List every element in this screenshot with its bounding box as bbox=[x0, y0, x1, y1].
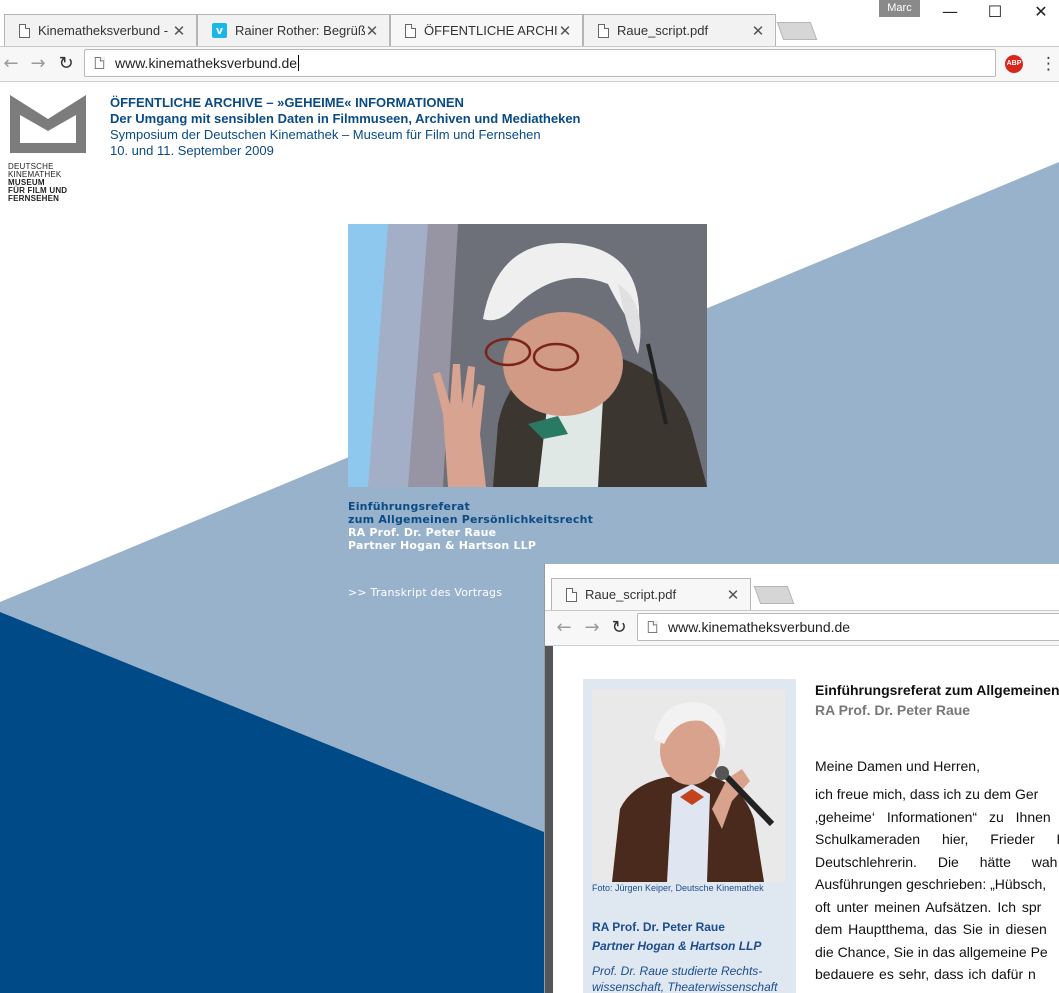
logo-line: FERNSEHEN bbox=[8, 194, 60, 203]
body-line: Deutschlehrerin. Die hätte wah bbox=[815, 853, 1058, 870]
back-button[interactable]: ← bbox=[553, 617, 575, 639]
page-header: ÖFFENTLICHE ARCHIVE – »GEHEIME« INFORMAT… bbox=[110, 95, 581, 159]
close-window-button[interactable]: ✕ bbox=[1026, 2, 1056, 22]
back-button[interactable]: ← bbox=[0, 53, 22, 75]
close-icon[interactable]: ✕ bbox=[172, 22, 186, 40]
minimize-button[interactable]: — bbox=[935, 2, 965, 22]
tab-title: Kinematheksverbund - S bbox=[38, 23, 172, 38]
forward-button[interactable]: → bbox=[581, 617, 603, 639]
new-tab-button[interactable] bbox=[776, 22, 818, 40]
sidebar-speaker-firm: Partner Hogan & Hartson LLP bbox=[592, 939, 762, 953]
page-icon bbox=[566, 587, 577, 602]
body-line: ‚geheime‘ Informationen“ zu Ihnen bbox=[815, 808, 1051, 825]
new-tab-button[interactable] bbox=[753, 586, 795, 604]
page-subtitle: Der Umgang mit sensiblen Daten in Filmmu… bbox=[110, 111, 581, 126]
pdf-window-tabstrip: Raue_script.pdf ✕ bbox=[545, 564, 1059, 610]
vimeo-icon: v bbox=[212, 23, 227, 38]
tab-rainer-rother[interactable]: v Rainer Rother: Begrüßung ✕ bbox=[197, 14, 390, 46]
bio-line: wissenschaft, Theaterwissenschaft bbox=[592, 980, 778, 993]
pdf-greeting: Meine Damen und Herren, bbox=[815, 758, 980, 774]
pdf-window-toolbar: ← → ↻ www.kinematheksverbund.de bbox=[545, 610, 1059, 646]
sidebar-speaker-name: RA Prof. Dr. Peter Raue bbox=[592, 920, 725, 934]
address-bar[interactable]: www.kinematheksverbund.de bbox=[637, 613, 1059, 641]
reload-button[interactable]: ↻ bbox=[608, 617, 630, 639]
photo-credit: Foto: Jürgen Keiper, Deutsche Kinemathek bbox=[592, 883, 764, 893]
page-icon bbox=[94, 57, 105, 69]
bio-line: Prof. Dr. Raue studierte Rechts- bbox=[592, 964, 763, 978]
symposium-line: Symposium der Deutschen Kinemathek – Mus… bbox=[110, 127, 541, 142]
page-icon bbox=[647, 621, 658, 633]
sidebar-bio: Prof. Dr. Raue studierte Rechts- wissens… bbox=[592, 963, 786, 993]
close-icon[interactable]: ✕ bbox=[365, 22, 379, 40]
address-text: www.kinematheksverbund.de bbox=[668, 619, 851, 635]
body-line: oft unter meinen Aufsätzen. Ich spr bbox=[815, 898, 1042, 915]
caption-title: Einführungsreferat bbox=[348, 500, 470, 513]
browser-toolbar: ← → ↻ www.kinematheksverbund.de ABP ⋮ bbox=[0, 46, 1059, 82]
tab-kinematheksverbund[interactable]: Kinematheksverbund - S ✕ bbox=[4, 14, 197, 46]
speaker-video-image bbox=[348, 224, 707, 487]
reload-button[interactable]: ↻ bbox=[55, 53, 77, 75]
caption-firm: Partner Hogan & Hartson LLP bbox=[348, 539, 537, 552]
address-bar[interactable]: www.kinematheksverbund.de bbox=[84, 49, 996, 77]
tab-title: Raue_script.pdf bbox=[617, 23, 709, 38]
text-caret bbox=[298, 55, 300, 71]
pdf-sidebar: Foto: Jürgen Keiper, Deutsche Kinemathek… bbox=[583, 679, 796, 993]
tab-title: ÖFFENTLICHE ARCHIVE – bbox=[424, 23, 558, 38]
logo-text: DEUTSCHE KINEMATHEK MUSEUM FÜR FILM UND … bbox=[8, 163, 88, 203]
pdf-page: Foto: Jürgen Keiper, Deutsche Kinemathek… bbox=[553, 646, 1059, 993]
logo[interactable]: DEUTSCHE KINEMATHEK MUSEUM FÜR FILM UND … bbox=[8, 95, 88, 203]
maximize-button[interactable]: ☐ bbox=[980, 2, 1010, 22]
transcript-link[interactable]: >> Transkript des Vortrags bbox=[348, 586, 502, 599]
body-line: dem Hauptthema, das Sie in diesen bbox=[815, 921, 1047, 937]
body-line: ich freue mich, dass ich zu dem Ger bbox=[815, 786, 1039, 802]
page-icon bbox=[19, 23, 30, 38]
close-icon[interactable]: ✕ bbox=[726, 586, 740, 604]
tab-oeffentliche-archive[interactable]: ÖFFENTLICHE ARCHIVE – ✕ bbox=[390, 14, 583, 46]
speaker-photo-image bbox=[592, 689, 785, 882]
page-title: ÖFFENTLICHE ARCHIVE – »GEHEIME« INFORMAT… bbox=[110, 95, 464, 110]
date-line: 10. und 11. September 2009 bbox=[110, 143, 274, 158]
page-icon bbox=[598, 23, 609, 38]
browser-tabstrip: Kinematheksverbund - S ✕ v Rainer Rother… bbox=[0, 0, 1059, 46]
tab-title: Raue_script.pdf bbox=[585, 587, 677, 602]
body-line: die Chance, Sie in das allgemeine Pe bbox=[815, 943, 1048, 960]
talk-caption: Einführungsreferat zum Allgemeinen Persö… bbox=[348, 500, 593, 552]
adblock-icon[interactable]: ABP bbox=[1005, 55, 1023, 73]
pdf-subtitle: RA Prof. Dr. Peter Raue bbox=[815, 702, 971, 718]
caption-topic: zum Allgemeinen Persönlichkeitsrecht bbox=[348, 513, 594, 526]
video-still[interactable] bbox=[348, 224, 707, 487]
forward-button[interactable]: → bbox=[27, 53, 49, 75]
pdf-browser-window: Raue_script.pdf ✕ ← → ↻ www.kinematheksv… bbox=[544, 564, 1059, 993]
pdf-viewer[interactable]: Foto: Jürgen Keiper, Deutsche Kinemathek… bbox=[545, 646, 1059, 993]
close-icon[interactable]: ✕ bbox=[751, 22, 765, 40]
body-line: bedauere es sehr, dass ich dafür n bbox=[815, 966, 1036, 982]
tab-raue-script-pdf[interactable]: Raue_script.pdf ✕ bbox=[551, 578, 751, 610]
tab-raue-script-pdf[interactable]: Raue_script.pdf ✕ bbox=[583, 14, 776, 46]
caption-speaker: RA Prof. Dr. Peter Raue bbox=[348, 526, 497, 539]
pdf-body: ich freue mich, dass ich zu dem Ger ‚geh… bbox=[815, 783, 1059, 986]
kinemathek-logo-icon bbox=[10, 95, 86, 153]
pdf-main-text: Einführungsreferat zum Allgemeinen RA Pr… bbox=[815, 682, 1059, 986]
body-line: Schulkameraden hier, Frieder R bbox=[815, 831, 1059, 847]
body-line: Ausführungen geschrieben: „Hübsch, bbox=[815, 876, 1047, 892]
profile-button[interactable]: Marc bbox=[879, 0, 920, 17]
speaker-photo bbox=[592, 689, 785, 882]
address-text: www.kinematheksverbund.de bbox=[115, 55, 298, 71]
tab-title: Rainer Rother: Begrüßung bbox=[235, 23, 365, 38]
pdf-title: Einführungsreferat zum Allgemeinen bbox=[815, 682, 1059, 698]
menu-icon[interactable]: ⋮ bbox=[1040, 53, 1057, 75]
close-icon[interactable]: ✕ bbox=[558, 22, 572, 40]
web-page: DEUTSCHE KINEMATHEK MUSEUM FÜR FILM UND … bbox=[0, 82, 1059, 993]
page-icon bbox=[405, 23, 416, 38]
